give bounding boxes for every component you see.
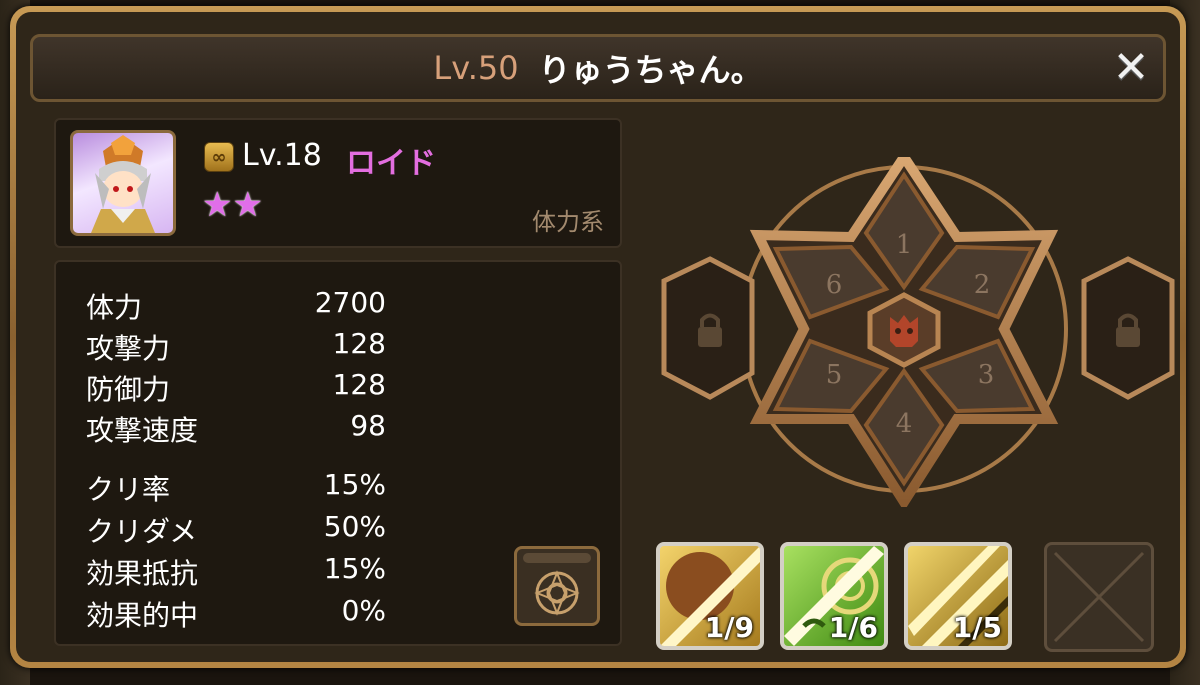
skill-slot-2[interactable]: 1/6 [780,542,888,650]
skill-level: 1/6 [828,611,878,644]
rune-set-button[interactable] [514,546,600,626]
player-name: りゅうちゃん。 [538,51,763,89]
skill-slot-empty [1044,542,1154,652]
svg-text:4: 4 [896,409,913,439]
skill-slot-3[interactable]: 1/5 [904,542,1012,650]
stat-label: 効果的中 [86,599,199,632]
lock-icon [698,327,722,347]
stat-row-accuracy: 効果的中 0% [86,594,386,634]
empty-slot-cross-icon [1053,551,1145,643]
monster-element-icon: ∞ [204,142,234,172]
stat-value: 128 [332,327,386,360]
dialog-body: Lv.50 りゅうちゃん。 ✕ ∞ Lv.18 ロイド ★ ★ 体力系 体力 2… [16,12,1180,662]
stat-label: 防御力 [86,373,171,406]
stat-value: 2700 [314,286,386,319]
stat-row-resistance: 効果抵抗 15% [86,552,386,592]
star-icon: ★ [202,185,233,225]
svg-text:6: 6 [826,270,843,300]
locked-artifact-slot-left[interactable] [661,256,755,400]
stat-label: 攻撃力 [86,332,171,365]
stat-label: クリダメ [86,515,198,548]
stat-value: 15% [323,552,386,585]
stat-row-crit-damage: クリダメ 50% [86,510,386,550]
stat-value: 15% [323,468,386,501]
monster-type: 体力系 [532,208,604,236]
stat-value: 0% [341,594,386,627]
monster-stars: ★ ★ [202,188,263,222]
stat-value: 98 [350,409,386,442]
rune-set-icon [534,570,580,616]
lock-icon [1116,327,1140,347]
star-icon: ★ [232,185,263,225]
stat-value: 50% [323,510,386,543]
skill-slot-1[interactable]: 1/9 [656,542,764,650]
svg-text:3: 3 [978,360,995,390]
stat-row-crit-rate: クリ率 15% [86,468,386,508]
title-bar: Lv.50 りゅうちゃん。 ✕ [30,34,1166,102]
close-icon: ✕ [1112,41,1150,93]
skill-level: 1/9 [704,611,754,644]
svg-text:1: 1 [896,230,913,260]
player-level: Lv.50 [433,49,519,87]
close-button[interactable]: ✕ [1107,41,1155,93]
stat-value: 128 [332,368,386,401]
stats-panel: 体力 2700 攻撃力 128 防御力 128 攻撃速度 98 クリ率 15% … [54,260,622,646]
stat-row-speed: 攻撃速度 98 [86,409,386,449]
locked-artifact-slot-right[interactable] [1081,256,1175,400]
svg-text:2: 2 [974,270,991,300]
monster-name: ロイド [346,146,436,181]
stat-row-defense: 防御力 128 [86,368,386,408]
stat-label: 体力 [86,291,143,324]
stat-label: クリ率 [86,473,171,506]
stat-label: 効果抵抗 [86,557,199,590]
monster-info-dialog: Lv.50 りゅうちゃん。 ✕ ∞ Lv.18 ロイド ★ ★ 体力系 体力 2… [10,6,1186,668]
monster-portrait[interactable] [70,130,176,236]
monster-level: Lv.18 [242,138,322,173]
rune-board: 1 2 3 4 5 6 [661,157,1175,507]
stat-label: 攻撃速度 [86,414,199,447]
stat-row-hp: 体力 2700 [86,286,386,326]
svg-text:5: 5 [826,360,843,390]
stat-row-attack: 攻撃力 128 [86,327,386,367]
skill-level: 1/5 [952,611,1002,644]
monster-summary-panel: ∞ Lv.18 ロイド ★ ★ 体力系 [54,118,622,248]
